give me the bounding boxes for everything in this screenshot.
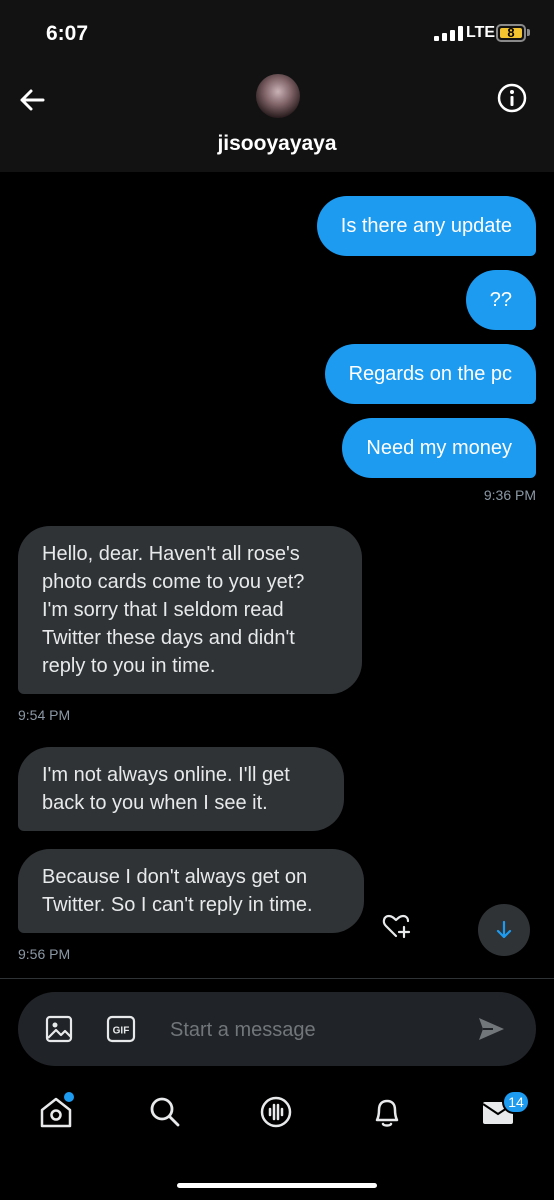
message-timestamp: 9:54 PM xyxy=(18,707,71,723)
messages-badge: 14 xyxy=(502,1090,530,1114)
message-line: photo cards come to you yet? xyxy=(42,571,305,593)
sent-message[interactable]: ?? xyxy=(465,270,536,330)
received-message[interactable]: Because I don't always get on Twitter. S… xyxy=(18,849,364,933)
received-message[interactable]: I'm not always online. I'll get back to … xyxy=(18,747,344,831)
add-reaction-icon[interactable] xyxy=(380,910,412,942)
message-line: I'm sorry that I seldom read xyxy=(42,599,284,621)
home-indicator xyxy=(177,1183,377,1188)
back-arrow-icon[interactable] xyxy=(16,84,48,116)
battery-cap xyxy=(527,29,530,36)
message-line: Twitter. So I can't reply in time. xyxy=(42,894,313,916)
spaces-icon[interactable] xyxy=(258,1094,294,1130)
image-icon[interactable] xyxy=(44,1014,74,1044)
conversation-header: jisooyayaya xyxy=(0,70,554,172)
sent-message[interactable]: Need my money xyxy=(342,418,536,478)
send-icon[interactable] xyxy=(476,1014,506,1044)
gif-icon[interactable]: GIF xyxy=(106,1014,136,1044)
battery-level: 8 xyxy=(507,25,515,40)
status-time: 6:07 xyxy=(46,22,89,45)
signal-icon xyxy=(434,26,464,41)
message-timestamp: 9:36 PM xyxy=(483,487,536,503)
notification-dot xyxy=(62,1090,76,1104)
message-timestamp: 9:56 PM xyxy=(18,946,71,962)
message-line: reply to you in time. xyxy=(42,655,216,677)
message-composer: GIF xyxy=(18,992,536,1066)
received-message[interactable]: Hello, dear. Haven't all rose's photo ca… xyxy=(18,526,362,694)
conversation-username[interactable]: jisooyayaya xyxy=(0,132,554,156)
search-icon[interactable] xyxy=(147,1094,183,1130)
message-input[interactable] xyxy=(168,1012,462,1048)
avatar[interactable] xyxy=(256,74,300,118)
network-type: LTE xyxy=(466,24,496,41)
info-icon[interactable] xyxy=(496,82,528,114)
scroll-to-bottom-button[interactable] xyxy=(478,904,530,956)
message-line: I'm not always online. I'll get xyxy=(42,764,290,786)
message-line: Hello, dear. Haven't all rose's xyxy=(42,543,300,565)
divider xyxy=(0,978,554,979)
sent-message[interactable]: Regards on the pc xyxy=(324,344,536,404)
message-line: Because I don't always get on xyxy=(42,866,308,888)
gif-label: GIF xyxy=(113,1026,130,1037)
message-line: Twitter these days and didn't xyxy=(42,627,295,649)
sent-message[interactable]: Is there any update xyxy=(316,196,536,256)
battery-icon: 8 xyxy=(496,24,526,42)
message-line: back to you when I see it. xyxy=(42,792,268,814)
status-bar: 6:07 LTE 8 xyxy=(0,0,554,70)
arrow-down-icon xyxy=(496,920,512,939)
notifications-bell-icon[interactable] xyxy=(369,1094,405,1130)
